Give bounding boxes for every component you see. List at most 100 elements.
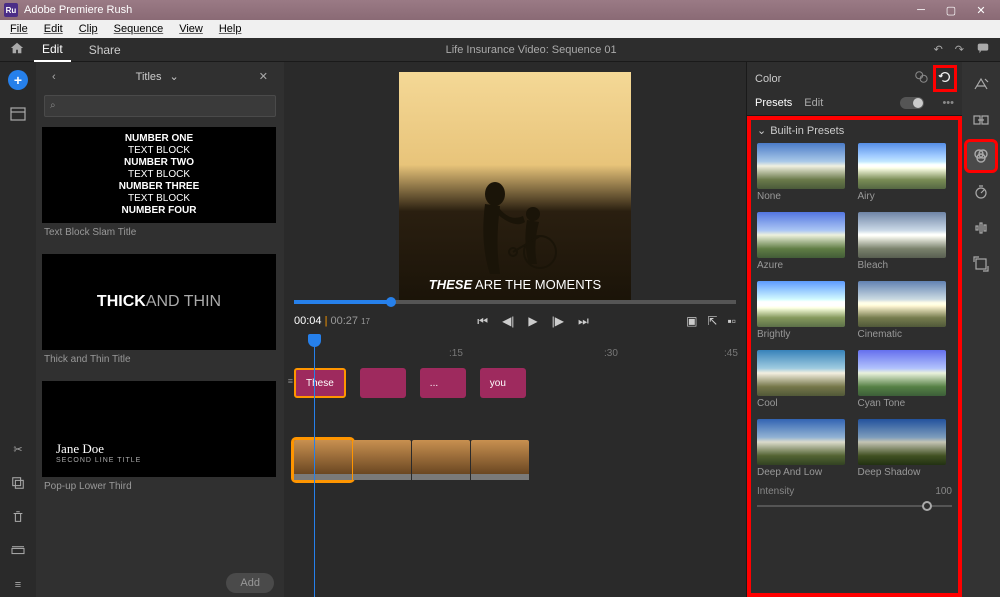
preset-item[interactable]: Cool [757,350,852,409]
color-panel-title: Color [755,73,781,85]
add-title-button[interactable]: Add [226,573,274,593]
add-media-button[interactable]: + [6,68,30,92]
skip-end-icon[interactable]: ⏭ [578,314,589,329]
thumb-name: Jane Doe [56,443,104,455]
preview-text-rest: ARE THE MOMENTS [472,277,601,292]
skip-start-icon[interactable]: ⏮ [477,314,488,329]
chevron-down-icon: ⌄ [757,124,766,137]
tab-edit[interactable]: Edit [34,38,71,62]
video-clip[interactable] [294,440,352,480]
title-card[interactable]: NUMBER ONE TEXT BLOCK NUMBER TWO TEXT BL… [42,127,278,242]
play-icon[interactable]: ▶ [528,314,537,329]
thumb-line: TEXT BLOCK [128,193,190,205]
transform-tool-icon[interactable] [967,250,995,278]
add-preset-icon[interactable] [914,70,928,87]
minimize-button[interactable]: ─ [906,1,936,19]
menu-help[interactable]: Help [211,22,250,36]
transitions-tool-icon[interactable] [967,106,995,134]
speed-tool-icon[interactable] [967,178,995,206]
search-input[interactable] [44,95,276,117]
comment-icon[interactable] [976,41,990,58]
step-forward-icon[interactable]: |▶ [552,314,564,329]
menu-edit[interactable]: Edit [36,22,71,36]
scrubber[interactable] [294,300,736,304]
tab-presets[interactable]: Presets [755,97,792,109]
redo-icon[interactable]: ↷ [955,43,964,56]
preview-frame[interactable]: THESE ARE THE MOMENTS [399,72,631,304]
project-panel-icon[interactable] [6,102,30,126]
preset-item[interactable]: Bleach [858,212,953,271]
video-clip[interactable] [353,440,411,480]
preset-thumb [858,419,946,465]
step-back-icon[interactable]: ◀| [502,314,514,329]
more-icon[interactable]: ••• [942,97,954,109]
color-tool-icon[interactable] [967,142,995,170]
preset-item[interactable]: Airy [858,143,953,202]
list-icon[interactable]: ≡ [6,573,30,597]
preset-item[interactable]: None [757,143,852,202]
intensity-slider[interactable] [757,499,952,513]
preset-item[interactable]: Deep And Low [757,419,852,478]
title-card[interactable]: THICK AND THIN Thick and Thin Title [42,254,278,369]
presets-section-header[interactable]: ⌄ Built-in Presets [757,124,952,137]
export-icon[interactable]: ⇱ [707,314,717,328]
track-display-icon[interactable] [6,539,30,563]
home-icon[interactable] [10,41,24,58]
intensity-label: Intensity [757,486,794,497]
preset-item[interactable]: Cyan Tone [858,350,953,409]
fullscreen-icon[interactable]: ▣ [686,314,697,328]
title-clip[interactable]: ... [420,368,466,398]
title-clip[interactable]: These [294,368,346,398]
title-clip[interactable] [360,368,406,398]
video-clip[interactable] [412,440,470,480]
preset-label: None [757,191,852,202]
reset-color-icon[interactable] [936,68,954,89]
preset-thumb [757,419,845,465]
preview-text-bold: THESE [429,277,472,292]
title-clip[interactable]: you [480,368,526,398]
preset-label: Airy [858,191,953,202]
tab-edit-color[interactable]: Edit [804,97,823,109]
menubar: File Edit Clip Sequence View Help [0,20,1000,38]
tab-share[interactable]: Share [81,39,129,61]
preset-item[interactable]: Cinematic [858,281,953,340]
chevron-down-icon[interactable]: ⌄ [170,70,179,83]
titles-panel-title: Titles [136,71,162,83]
preview-monitor: THESE ARE THE MOMENTS [284,62,746,306]
titles-panel: ‹ Titles ⌄ ✕ ⌕ NUMBER ONE TEXT BLOCK NUM… [36,62,284,597]
title-label: Pop-up Lower Third [42,477,278,496]
menu-clip[interactable]: Clip [71,22,106,36]
layout-icon[interactable]: ▪▫ [727,314,736,328]
menu-file[interactable]: File [2,22,36,36]
video-clip[interactable] [471,440,529,480]
preset-item[interactable]: Deep Shadow [858,419,953,478]
timeline[interactable]: :15 :30 :45 These ... you [284,336,746,597]
maximize-button[interactable]: ▢ [936,1,966,19]
back-icon[interactable]: ‹ [46,69,62,85]
preset-thumb [757,350,845,396]
menu-view[interactable]: View [171,22,211,36]
audio-tool-icon[interactable] [967,214,995,242]
preset-thumb [757,281,845,327]
preset-item[interactable]: Brightly [757,281,852,340]
slider-knob[interactable] [922,501,932,511]
playhead[interactable] [314,336,315,597]
titles-list: NUMBER ONE TEXT BLOCK NUMBER TWO TEXT BL… [42,121,278,569]
undo-icon[interactable]: ↶ [934,43,943,56]
trash-icon[interactable] [6,505,30,529]
close-button[interactable]: ✕ [966,1,996,19]
color-toggle[interactable] [900,97,924,109]
duplicate-icon[interactable] [6,471,30,495]
scissors-icon[interactable]: ✂ [6,437,30,461]
left-rail: + ✂ ≡ [0,62,36,597]
preset-label: Brightly [757,329,852,340]
center-area: THESE ARE THE MOMENTS 00:04 | 00:27 17 ⏮… [284,62,746,597]
menu-sequence[interactable]: Sequence [106,22,172,36]
toolbar: Edit Share Life Insurance Video: Sequenc… [0,38,1000,62]
close-panel-icon[interactable]: ✕ [253,68,274,85]
preset-item[interactable]: Azure [757,212,852,271]
title-card[interactable]: Jane Doe SECOND LINE TITLE Pop-up Lower … [42,381,278,496]
scrubber-head[interactable] [386,297,396,307]
titles-tool-icon[interactable] [967,70,995,98]
preset-label: Azure [757,260,852,271]
